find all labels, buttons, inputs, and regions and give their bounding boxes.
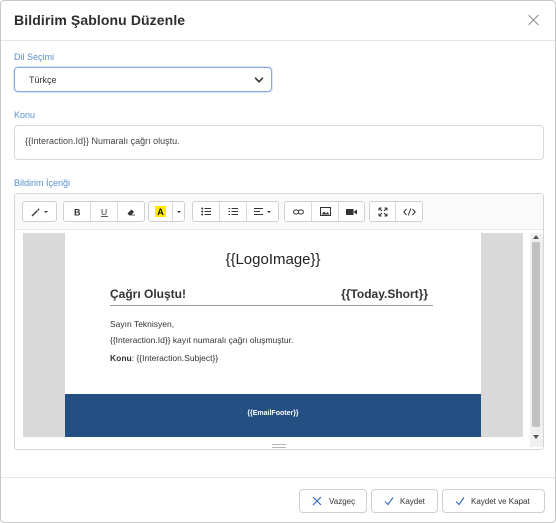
bullet-list-button[interactable] — [193, 202, 220, 221]
editor-toolbar: B U A — [15, 194, 543, 230]
align-icon — [253, 208, 263, 215]
scrollbar-thumb[interactable] — [532, 242, 540, 427]
underline-button[interactable]: U — [91, 202, 118, 221]
save-and-close-label: Kaydet ve Kapat — [471, 497, 530, 506]
highlight-group: A — [148, 201, 185, 222]
language-label: Dil Seçimi — [14, 52, 55, 62]
edit-template-dialog: Bildirim Şablonu Düzenle Dil Seçimi Türk… — [0, 0, 556, 523]
logo-placeholder: {{LogoImage}} — [225, 251, 321, 268]
cancel-label: Vazgeç — [329, 497, 356, 506]
email-footer: {{EmailFooter}} — [65, 394, 481, 437]
heading-divider — [110, 305, 433, 306]
image-icon — [319, 207, 331, 216]
body-label: Bildirim İçeriği — [14, 178, 71, 188]
save-label: Kaydet — [400, 497, 425, 506]
magic-wand-icon — [31, 207, 40, 216]
subject-value: {{Interaction.Id}} Numaralı çağrı oluştu… — [25, 136, 180, 146]
clear-format-button[interactable] — [118, 202, 144, 221]
bold-icon: B — [74, 207, 81, 217]
email-greeting: Sayın Teknisyen, — [110, 319, 175, 329]
check-icon — [384, 497, 394, 506]
caret-down-icon — [43, 210, 48, 213]
dialog-title: Bildirim Şablonu Düzenle — [14, 12, 186, 28]
editor-scrollbar[interactable] — [530, 233, 543, 447]
scroll-up-icon[interactable] — [533, 235, 539, 239]
image-button[interactable] — [312, 202, 339, 221]
format-group: B U — [63, 201, 145, 222]
style-group — [22, 201, 57, 222]
dialog-footer: Vazgeç Kaydet Kaydet ve Kapat — [1, 477, 555, 522]
cancel-button[interactable]: Vazgeç — [299, 489, 367, 513]
scroll-down-icon[interactable] — [533, 435, 539, 439]
resize-handle[interactable] — [272, 444, 286, 448]
email-heading: Çağrı Oluştu! — [110, 287, 187, 301]
close-icon — [312, 496, 322, 506]
chevron-down-icon — [254, 77, 264, 83]
numbered-list-icon — [228, 208, 238, 215]
email-preview: {{LogoImage}} Çağrı Oluştu! {{Today.Shor… — [65, 233, 481, 437]
dialog-header: Bildirim Şablonu Düzenle — [1, 1, 555, 41]
caret-down-icon — [176, 210, 181, 213]
link-button[interactable] — [285, 202, 312, 221]
language-select[interactable]: Türkçe — [14, 67, 272, 92]
svg-text:B: B — [74, 207, 81, 217]
close-icon[interactable] — [527, 13, 541, 27]
caret-down-icon — [266, 210, 271, 213]
save-button[interactable]: Kaydet — [371, 489, 438, 513]
email-footer-text: {{EmailFooter}} — [247, 410, 299, 417]
link-icon — [292, 209, 304, 214]
subject-field[interactable]: {{Interaction.Id}} Numaralı çağrı oluştu… — [14, 125, 544, 160]
fullscreen-icon — [378, 207, 387, 216]
view-group — [369, 201, 423, 222]
email-subject-value: : {{Interaction.Subject}} — [131, 353, 219, 363]
eraser-icon — [127, 209, 135, 215]
bold-button[interactable]: B — [64, 202, 91, 221]
save-and-close-button[interactable]: Kaydet ve Kapat — [442, 489, 545, 513]
paragraph-group — [192, 201, 279, 222]
language-selected-value: Türkçe — [29, 75, 57, 85]
check-icon — [455, 497, 465, 506]
bullet-list-icon — [201, 207, 211, 216]
code-view-icon — [402, 207, 416, 216]
video-icon — [346, 208, 357, 215]
rich-text-editor: B U A {{LogoImage}} Çağrı Oluştu! {{Toda… — [14, 193, 544, 450]
highlight-icon: A — [155, 206, 166, 217]
code-view-button[interactable] — [396, 202, 422, 221]
subject-label: Konu — [14, 110, 36, 120]
email-date: {{Today.Short}} — [341, 287, 428, 301]
video-button[interactable] — [339, 202, 364, 221]
svg-text:A: A — [157, 207, 164, 217]
email-subject-line: Konu: {{Interaction.Subject}} — [110, 353, 218, 363]
email-message: {{Interaction.Id}} kayıt numaralı çağrı … — [110, 335, 294, 345]
highlight-button[interactable]: A — [149, 202, 173, 221]
magic-style-button[interactable] — [23, 202, 56, 221]
fullscreen-button[interactable] — [370, 202, 396, 221]
editor-content-area[interactable]: {{LogoImage}} Çağrı Oluştu! {{Today.Shor… — [23, 233, 523, 437]
underline-icon: U — [100, 207, 108, 217]
align-button[interactable] — [247, 202, 278, 221]
svg-text:U: U — [101, 207, 107, 217]
insert-group — [284, 201, 365, 222]
email-subject-label: Konu — [110, 353, 132, 363]
numbered-list-button[interactable] — [220, 202, 247, 221]
highlight-dropdown-button[interactable] — [173, 202, 184, 221]
